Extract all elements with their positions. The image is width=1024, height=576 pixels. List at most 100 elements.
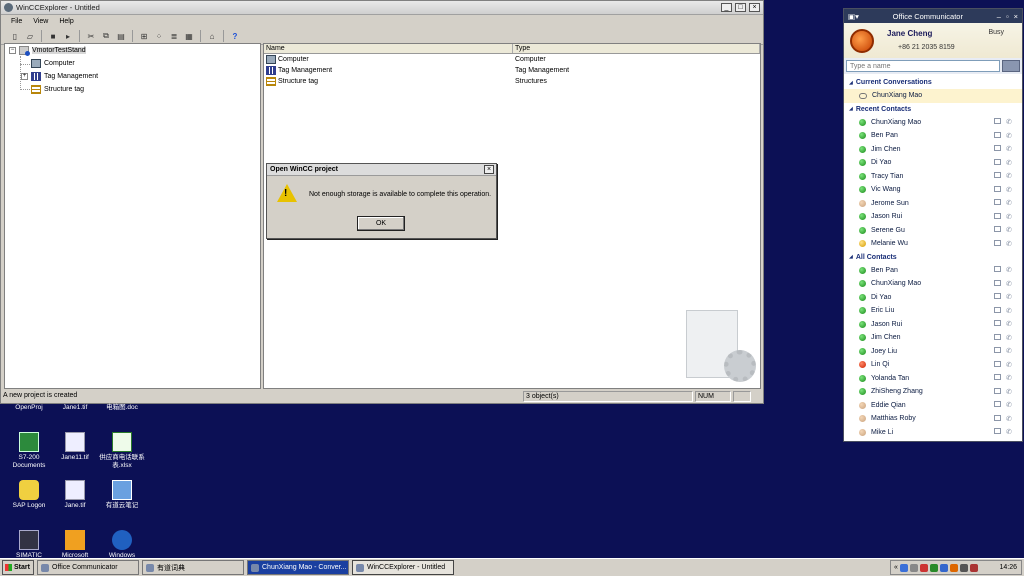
desktop-icon[interactable]: 供应商电话联系表.xlsx: [97, 432, 147, 470]
phone-icon[interactable]: ✆: [1006, 172, 1012, 180]
contact-item[interactable]: ZhiSheng Zhang ✆: [844, 385, 1022, 399]
phone-icon[interactable]: ✆: [1006, 132, 1012, 140]
contact-item[interactable]: ChunXiang Mao ✆: [844, 116, 1022, 130]
oc-minimize-button[interactable]: –: [997, 12, 1001, 21]
email-icon[interactable]: [994, 306, 1002, 313]
phone-icon[interactable]: ✆: [1006, 293, 1012, 301]
contact-item[interactable]: Mike Li ✆: [844, 426, 1022, 440]
email-icon[interactable]: [994, 401, 1002, 408]
menu-help[interactable]: Help: [59, 18, 73, 25]
list-row[interactable]: Tag Management Tag Management: [264, 65, 760, 76]
oc-menu-icon[interactable]: ▣▾: [848, 12, 859, 21]
details-view-icon[interactable]: ▦: [183, 30, 195, 42]
group-all-contacts[interactable]: ◢ All Contacts: [844, 251, 1022, 264]
phone-icon[interactable]: ✆: [1006, 374, 1012, 382]
contact-item[interactable]: Eddie Qian ✆: [844, 399, 1022, 413]
email-icon[interactable]: [994, 145, 1002, 152]
desktop-icon[interactable]: 有道云笔记: [97, 480, 147, 510]
email-icon[interactable]: [994, 212, 1002, 219]
desktop-icon[interactable]: Jane.tif: [50, 480, 100, 510]
menu-file[interactable]: File: [11, 18, 22, 25]
help-icon[interactable]: ?: [229, 30, 241, 42]
update-icon[interactable]: [949, 563, 958, 572]
user-avatar[interactable]: [850, 29, 874, 53]
phone-icon[interactable]: ✆: [1006, 186, 1012, 194]
phone-icon[interactable]: ✆: [1006, 388, 1012, 396]
contact-item[interactable]: ChunXiang Mao: [844, 89, 1022, 103]
tray-expand-icon[interactable]: «: [894, 564, 898, 571]
phone-icon[interactable]: ✆: [1006, 199, 1012, 207]
column-header-type[interactable]: Type: [513, 44, 760, 53]
contact-item[interactable]: ChunXiang Mao ✆: [844, 277, 1022, 291]
phone-icon[interactable]: ✆: [1006, 320, 1012, 328]
phone-icon[interactable]: ✆: [1006, 307, 1012, 315]
contact-item[interactable]: Ben Pan ✆: [844, 264, 1022, 278]
user-phone[interactable]: +86 21 2035 8159: [898, 44, 955, 51]
dialog-title-bar[interactable]: Open WinCC project ×: [267, 164, 496, 176]
phone-icon[interactable]: ✆: [1006, 118, 1012, 126]
large-icons-icon[interactable]: ⊞: [138, 30, 150, 42]
menu-view[interactable]: View: [33, 18, 48, 25]
phone-icon[interactable]: ✆: [1006, 145, 1012, 153]
list-row[interactable]: Structure tag Structures: [264, 76, 760, 87]
contact-item[interactable]: Yolanda Tan ✆: [844, 372, 1022, 386]
expand-icon[interactable]: +: [21, 73, 28, 80]
email-icon[interactable]: [994, 414, 1002, 421]
contact-item[interactable]: Eric Liu ✆: [844, 304, 1022, 318]
collapse-icon[interactable]: −: [9, 47, 16, 54]
task-conversation[interactable]: ChunXiang Mao - Conver...: [247, 560, 349, 575]
properties-icon[interactable]: ⌂: [206, 30, 218, 42]
oc-close-button[interactable]: ×: [1014, 12, 1018, 21]
maximize-button[interactable]: □: [735, 3, 746, 12]
small-icons-icon[interactable]: ⁘: [153, 30, 165, 42]
printer-icon[interactable]: [909, 563, 918, 572]
desktop-icon[interactable]: S7-200 Documents: [4, 432, 54, 470]
phone-icon[interactable]: ✆: [1006, 361, 1012, 369]
stop-icon[interactable]: ■: [47, 30, 59, 42]
flag-icon[interactable]: [969, 563, 978, 572]
email-icon[interactable]: [994, 387, 1002, 394]
email-icon[interactable]: [994, 226, 1002, 233]
list-row[interactable]: Computer Computer: [264, 54, 760, 65]
close-button[interactable]: ×: [749, 3, 760, 12]
email-icon[interactable]: [994, 279, 1002, 286]
email-icon[interactable]: [994, 320, 1002, 327]
new-icon[interactable]: ▯: [9, 30, 21, 42]
phone-icon[interactable]: ✆: [1006, 226, 1012, 234]
desktop-icon[interactable]: 电箱图.doc: [97, 404, 147, 412]
clock[interactable]: 14:26: [999, 564, 1021, 571]
phone-icon[interactable]: ✆: [1006, 240, 1012, 248]
cut-icon[interactable]: ✂: [85, 30, 97, 42]
contact-item[interactable]: Jason Rui ✆: [844, 318, 1022, 332]
task-wincc-explorer[interactable]: WinCCExplorer - Untitled: [352, 560, 454, 575]
list-view-icon[interactable]: ≣: [168, 30, 180, 42]
contact-item[interactable]: Ben Pan ✆: [844, 129, 1022, 143]
collapse-arrow-icon[interactable]: ◢: [849, 80, 853, 86]
oc-maximize-button[interactable]: ▫: [1006, 12, 1009, 21]
paste-icon[interactable]: ▤: [115, 30, 127, 42]
task-youdao-dict[interactable]: 有道词典: [142, 560, 244, 575]
phone-icon[interactable]: ✆: [1006, 213, 1012, 221]
group-current-conversations[interactable]: ◢ Current Conversations: [844, 76, 1022, 89]
email-icon[interactable]: [994, 158, 1002, 165]
collapse-arrow-icon[interactable]: ◢: [849, 254, 853, 260]
email-icon[interactable]: [994, 199, 1002, 206]
play-icon[interactable]: ▸: [62, 30, 74, 42]
email-icon[interactable]: [994, 293, 1002, 300]
email-icon[interactable]: [994, 347, 1002, 354]
contact-item[interactable]: Jim Chen ✆: [844, 331, 1022, 345]
tree-item-computer[interactable]: Computer: [31, 59, 75, 68]
email-icon[interactable]: [994, 131, 1002, 138]
contact-item[interactable]: Di Yao ✆: [844, 291, 1022, 305]
copy-icon[interactable]: ⧉: [100, 30, 112, 42]
desktop-icon[interactable]: Microsoft: [50, 530, 100, 560]
email-icon[interactable]: [994, 239, 1002, 246]
contact-item[interactable]: Matthias Roby ✆: [844, 412, 1022, 426]
network-icon[interactable]: [899, 563, 908, 572]
start-button[interactable]: Start: [2, 560, 34, 575]
phone-icon[interactable]: ✆: [1006, 280, 1012, 288]
email-icon[interactable]: [994, 428, 1002, 435]
desktop-icon[interactable]: SAP Logon: [4, 480, 54, 510]
desktop-icon[interactable]: Jane11.tif: [50, 432, 100, 462]
phone-icon[interactable]: ✆: [1006, 334, 1012, 342]
